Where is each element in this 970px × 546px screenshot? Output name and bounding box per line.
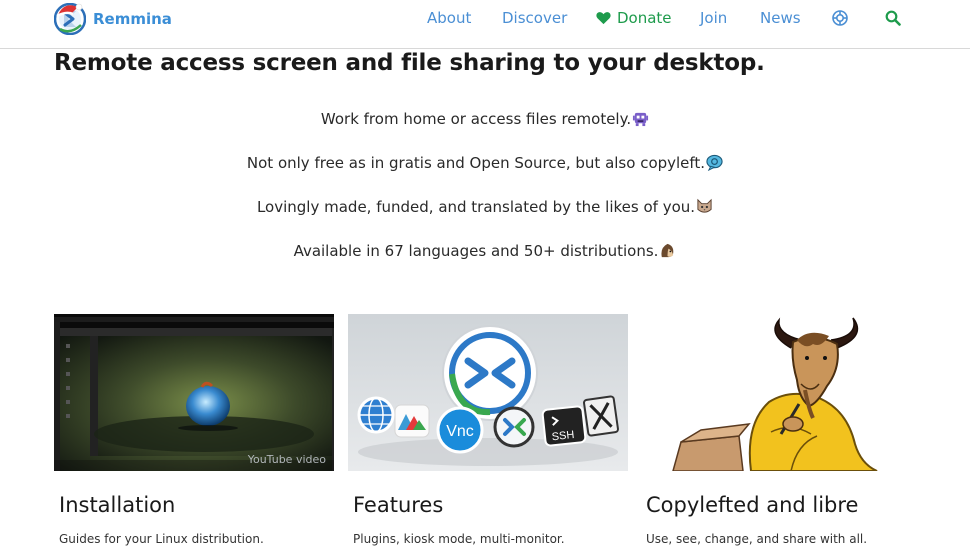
search-icon[interactable]: [885, 10, 901, 26]
card-copyleft-desc: Use, see, change, and share with all.: [646, 532, 868, 546]
card-installation[interactable]: YouTube video Installation Guides for yo…: [54, 314, 334, 546]
remmina-logo-icon: [54, 3, 86, 35]
features-image[interactable]: Vnc SSH: [348, 314, 628, 471]
card-installation-desc: Guides for your Linux distribution.: [59, 532, 264, 546]
tagline-remote: Work from home or access files remotely.: [0, 110, 970, 128]
installation-video-thumbnail[interactable]: YouTube video: [54, 314, 334, 471]
brand-name: Remmina: [93, 10, 172, 28]
nav-join[interactable]: Join: [700, 9, 727, 27]
nav-discover[interactable]: Discover: [502, 9, 567, 27]
cat-face-icon: [697, 198, 712, 213]
card-features-title[interactable]: Features: [353, 493, 443, 517]
copyleft-image[interactable]: [641, 314, 921, 471]
gnu-mascot-image: [641, 314, 921, 471]
lifebuoy-icon[interactable]: [832, 10, 848, 26]
protocol-icons-image: Vnc SSH: [348, 314, 628, 471]
card-features-desc: Plugins, kiosk mode, multi-monitor.: [353, 532, 565, 546]
card-features[interactable]: Vnc SSH Features Plugins, kiosk mode, mu…: [348, 314, 628, 546]
nav-about[interactable]: About: [427, 9, 471, 27]
svg-text:Vnc: Vnc: [446, 423, 474, 440]
nav-donate[interactable]: Donate: [596, 9, 672, 27]
card-copyleft-title[interactable]: Copylefted and libre: [646, 493, 858, 517]
desktop-screenshot-image: [54, 314, 334, 471]
site-header: Remmina About Discover Donate Join News: [0, 0, 970, 49]
brand-link[interactable]: Remmina: [54, 3, 172, 35]
heart-icon: [596, 12, 611, 25]
tagline-copyleft: Not only free as in gratis and Open Sour…: [0, 154, 970, 172]
nav-news[interactable]: News: [760, 9, 801, 27]
card-copyleft[interactable]: Copylefted and libre Use, see, change, a…: [641, 314, 921, 546]
alien-icon: [633, 112, 649, 127]
card-installation-title[interactable]: Installation: [59, 493, 175, 517]
tagline-community: Lovingly made, funded, and translated by…: [0, 198, 970, 216]
svg-text:SSH: SSH: [551, 429, 575, 443]
tagline-languages: Available in 67 languages and 50+ distri…: [0, 242, 970, 260]
youtube-video-label: YouTube video: [247, 453, 326, 466]
speech-bubble-icon: [706, 154, 723, 171]
hedgehog-icon: [661, 243, 674, 258]
nav-donate-label: Donate: [617, 9, 672, 27]
page-title: Remote access screen and file sharing to…: [54, 50, 765, 76]
